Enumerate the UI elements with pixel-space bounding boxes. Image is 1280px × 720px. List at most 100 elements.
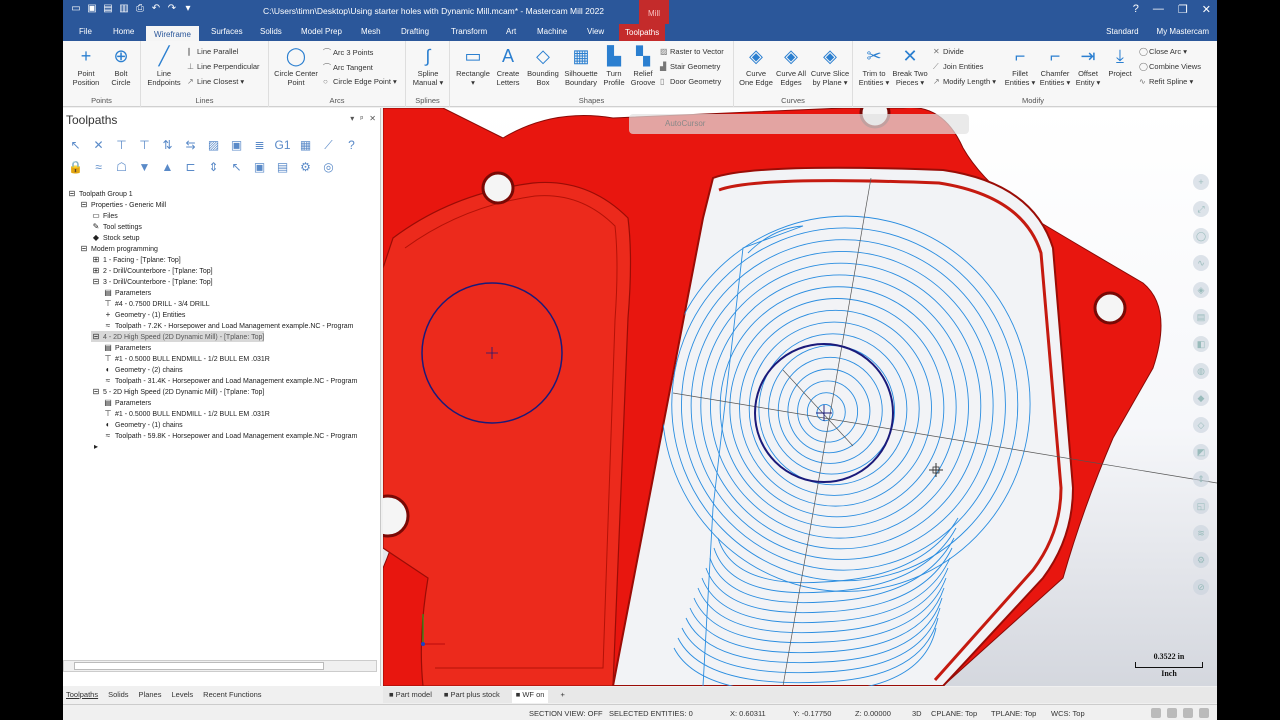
select-all-icon[interactable]: ↖	[67, 137, 84, 154]
verify-icon[interactable]: ▣	[228, 137, 245, 154]
stair-geometry-button[interactable]: ▟ Stair Geometry	[660, 62, 720, 71]
tree-node[interactable]: ✎ Tool settings	[91, 221, 142, 232]
line-closest-button[interactable]: ↗ Line Closest ▾	[187, 77, 244, 86]
scroll-arrow-icon[interactable]: ⇕	[205, 159, 222, 176]
tab-surfaces[interactable]: Surfaces	[211, 27, 243, 36]
workspace-selector[interactable]: Standard	[1106, 27, 1138, 36]
tab-toolpaths[interactable]: Toolpaths	[619, 24, 666, 41]
my-mastercam-menu[interactable]: My Mastercam	[1157, 27, 1209, 36]
tab-recent-functions[interactable]: Recent Functions	[203, 690, 261, 703]
wcs-status[interactable]: WCS: Top	[1051, 709, 1085, 718]
post-icon[interactable]: ▦	[297, 137, 314, 154]
tab-toolpaths-manager[interactable]: Toolpaths	[66, 690, 98, 703]
toggle-display-icon[interactable]: ≈	[90, 159, 107, 176]
tree-node[interactable]: ⊟ 3 - Drill/Counterbore - [Tplane: Top]	[91, 276, 213, 287]
pin-icon[interactable]: ᵖ	[360, 114, 363, 123]
tree-node[interactable]: ⊞ 2 - Drill/Counterbore - [Tplane: Top]	[91, 265, 213, 276]
panel-horizontal-scrollbar[interactable]	[63, 660, 377, 672]
insert-arrow-icon[interactable]: ⊏	[182, 159, 199, 176]
scrollbar-thumb[interactable]	[74, 662, 324, 670]
open-icon[interactable]: ▥	[119, 4, 129, 14]
tree-node[interactable]: ⊞ 1 - Facing - [Tplane: Top]	[91, 254, 181, 265]
door-geometry-button[interactable]: ▯ Door Geometry	[660, 77, 721, 86]
tab-planes-manager[interactable]: Planes	[139, 690, 162, 703]
tab-drafting[interactable]: Drafting	[401, 27, 429, 36]
modify-length-button[interactable]: ↗ Modify Length ▾	[933, 77, 996, 86]
cplane-status[interactable]: CPLANE: Top	[931, 709, 977, 718]
tree-node[interactable]: ≈ Toolpath - 31.4K - Horsepower and Load …	[103, 375, 358, 386]
tab-solids-manager[interactable]: Solids	[108, 690, 128, 703]
level-icon[interactable]: ◩	[1193, 444, 1209, 460]
viewsheet-wf-on[interactable]: ■ WF on	[511, 690, 549, 703]
redo-icon[interactable]: ↷	[167, 4, 177, 14]
project-button[interactable]: ⤓ Project	[1105, 45, 1135, 78]
tree-node[interactable]: ⊤ #1 - 0.5000 BULL ENDMILL - 1/2 BULL EM …	[103, 353, 270, 364]
line-endpoints-button[interactable]: ╱ Line Endpoints	[143, 45, 185, 87]
g1-icon[interactable]: G1	[274, 137, 291, 154]
view-right-icon[interactable]: ◧	[1193, 336, 1209, 352]
break-two-pieces-button[interactable]: ✕ Break Two Pieces ▾	[891, 45, 929, 87]
tree-node[interactable]: ◐ Geometry - (1) chains	[103, 419, 183, 430]
clear-icon[interactable]: ⊘	[1193, 579, 1209, 595]
move-down-icon[interactable]: ▼	[136, 159, 153, 176]
analyze-icon[interactable]: ◱	[1193, 498, 1209, 514]
backplot-icon[interactable]: ▨	[205, 137, 222, 154]
raster-to-vector-button[interactable]: ▨ Raster to Vector	[660, 47, 724, 56]
pan-icon[interactable]: ∿	[1193, 255, 1209, 271]
tree-node[interactable]: ◐ Geometry - (2) chains	[103, 364, 183, 375]
restore-button[interactable]: ❐	[1178, 3, 1188, 16]
move-up-icon[interactable]: ▲	[159, 159, 176, 176]
turn-profile-button[interactable]: ▙ Turn Profile	[600, 45, 628, 87]
settings-icon[interactable]: ⚙	[1193, 552, 1209, 568]
chamfer-entities-button[interactable]: ⌐ Chamfer Entities ▾	[1037, 45, 1073, 87]
relief-groove-button[interactable]: ▚ Relief Groove	[628, 45, 658, 87]
tree-node[interactable]: ⊤ #4 - 0.7500 DRILL - 3/4 DRILL	[103, 298, 210, 309]
tab-model-prep[interactable]: Model Prep	[301, 27, 342, 36]
tree-node[interactable]: ▤ Parameters	[103, 397, 151, 408]
shading-icon[interactable]	[1167, 708, 1177, 718]
tree-node[interactable]: ⊟ Modern programming	[79, 243, 158, 254]
section-view-status[interactable]: SECTION VIEW: OFF	[529, 709, 603, 718]
z-coordinate[interactable]: Z: 0.00000	[855, 709, 891, 718]
tab-levels-manager[interactable]: Levels	[171, 690, 193, 703]
transparency-icon[interactable]	[1183, 708, 1193, 718]
save-as-icon[interactable]: ▤	[103, 4, 113, 14]
line-parallel-button[interactable]: ∥ Line Parallel	[187, 47, 238, 56]
tab-art[interactable]: Art	[506, 27, 516, 36]
tab-machine[interactable]: Machine	[537, 27, 567, 36]
zoom-in-icon[interactable]: +	[1193, 174, 1209, 190]
layers-icon[interactable]: ≋	[1193, 525, 1209, 541]
tree-node[interactable]: ▤ Parameters	[103, 342, 151, 353]
undo-icon[interactable]: ↶	[151, 4, 161, 14]
rectangle-button[interactable]: ▭ Rectangle ▾	[454, 45, 492, 87]
regenerate-dirty-icon[interactable]: ⇆	[182, 137, 199, 154]
combine-views-button[interactable]: ◯Combine Views	[1139, 62, 1201, 71]
tree-node[interactable]: ⊟ Properties - Generic Mill	[79, 199, 166, 210]
tree-node[interactable]: ≈ Toolpath - 59.8K - Horsepower and Load …	[103, 430, 358, 441]
minimize-button[interactable]: —	[1153, 3, 1164, 16]
lock-icon[interactable]: 🔒	[67, 159, 84, 176]
bounding-box-button[interactable]: ◇ Bounding Box	[524, 45, 562, 87]
fillet-entities-button[interactable]: ⌐ Fillet Entities ▾	[1003, 45, 1037, 87]
tab-solids[interactable]: Solids	[260, 27, 282, 36]
point-position-button[interactable]: + Point Position	[69, 45, 103, 87]
arc-tangent-button[interactable]: ⌒ Arc Tangent	[323, 62, 373, 73]
silhouette-boundary-button[interactable]: ▦ Silhouette Boundary	[562, 45, 600, 87]
section-icon[interactable]: ⇕	[1193, 471, 1209, 487]
join-entities-button[interactable]: ⟋ Join Entities	[933, 62, 983, 72]
tree-node[interactable]: + Geometry - (1) Entities	[103, 309, 186, 320]
add-viewsheet-button[interactable]: +	[560, 690, 564, 703]
view-iso-icon[interactable]: ◈	[1193, 282, 1209, 298]
help-icon[interactable]: ?	[1133, 3, 1139, 16]
curve-slice-button[interactable]: ◈ Curve Slice by Plane ▾	[810, 45, 850, 87]
rotate-icon[interactable]: ◯	[1193, 228, 1209, 244]
panel-close-icon[interactable]: ✕	[369, 114, 376, 123]
create-letters-button[interactable]: A Create Letters	[492, 45, 524, 87]
line-perpendicular-button[interactable]: ⊥ Line Perpendicular	[187, 62, 260, 71]
divide-button[interactable]: ✕ Divide	[933, 47, 964, 56]
tree-node[interactable]: ≈ Toolpath - 7.2K - Horsepower and Load M…	[103, 320, 354, 331]
close-button[interactable]: ✕	[1202, 3, 1211, 16]
curve-one-edge-button[interactable]: ◈ Curve One Edge	[738, 45, 774, 87]
help-panel-icon[interactable]: ?	[343, 137, 360, 154]
wireframe-icon[interactable]: ◇	[1193, 417, 1209, 433]
